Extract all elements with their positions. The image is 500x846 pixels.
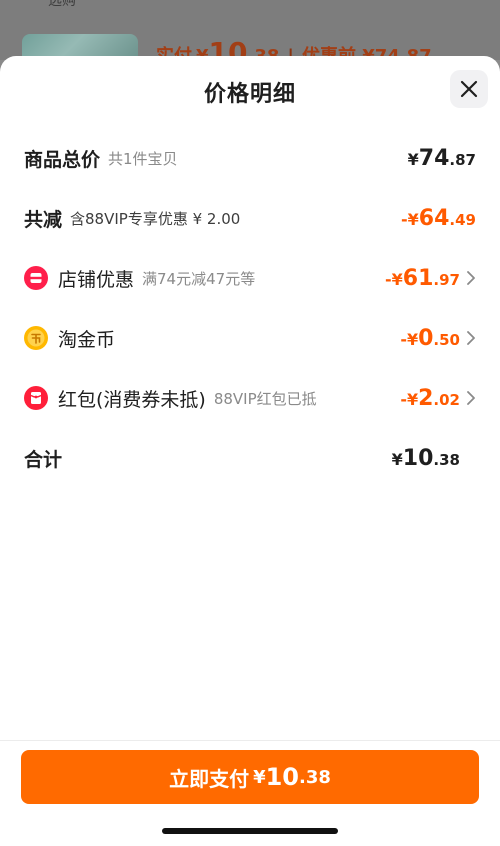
red-packet-int: 2 [418, 385, 434, 411]
store-discount-label: 店铺优惠 [58, 268, 135, 291]
taojinbi-yen: -¥ [400, 329, 419, 349]
taojinbi-int: 0 [418, 325, 434, 351]
taojinbi-amount: -¥ 0.50 [400, 326, 460, 351]
store-discount-int: 61 [402, 265, 434, 291]
row-red-packet[interactable]: 红包(消费券未抵) 88VIP红包已抵 -¥ 2.02 [24, 378, 476, 418]
background-top-text: 选购 [48, 0, 76, 9]
row-total-reduction: 共减 含88VIP专享优惠 ¥ 2.00 -¥ 64.49 [24, 198, 476, 238]
reduction-dec: .49 [449, 210, 476, 229]
taojinbi-label: 淘金币 [58, 328, 116, 351]
red-packet-yen: -¥ [400, 389, 419, 409]
row-sum: 合计 ¥10.38 [24, 438, 476, 478]
pay-now-label: 立即支付 [169, 766, 250, 791]
home-indicator[interactable] [162, 828, 338, 834]
reduction-detail: 含88VIP专享优惠 ¥ 2.00 [70, 209, 241, 228]
red-packet-label: 红包(消费券未抵) [58, 388, 206, 411]
pay-now-yen: ¥ [253, 766, 266, 788]
close-button[interactable] [450, 70, 488, 108]
goods-total-int: 74 [418, 145, 450, 171]
pay-now-dec: .38 [299, 766, 331, 788]
red-packet-detail: 88VIP红包已抵 [213, 389, 317, 408]
store-discount-detail: 满74元减47元等 [142, 269, 256, 288]
goods-total-dec: .87 [449, 150, 476, 169]
store-discount-dec: .97 [433, 270, 460, 289]
red-packet-icon [24, 386, 48, 410]
chevron-right-icon [467, 331, 475, 345]
sheet-title: 价格明细 [203, 82, 296, 107]
row-taojinbi[interactable]: 淘金币 -¥ 0.50 [24, 318, 476, 358]
chevron-right-icon [467, 271, 475, 285]
pay-now-button[interactable]: 立即支付 ¥10.38 [21, 750, 479, 804]
sum-dec: .38 [433, 450, 460, 469]
chevron-right-icon [467, 391, 475, 405]
goods-total-label: 商品总价 [24, 148, 101, 171]
reduction-amount: -¥ 64.49 [401, 206, 476, 231]
red-packet-dec: .02 [433, 390, 460, 409]
taojinbi-dec: .50 [433, 330, 460, 349]
goods-total-amount: ¥74.87 [408, 146, 476, 171]
reduction-yen: -¥ [401, 209, 419, 229]
reduction-int: 64 [418, 205, 450, 231]
store-coupon-icon [24, 266, 48, 290]
goods-total-count: 共1件宝贝 [108, 149, 178, 168]
goods-total-yen: ¥ [407, 149, 419, 169]
sum-amount: ¥10.38 [392, 446, 460, 471]
store-discount-amount: -¥ 61.97 [385, 266, 460, 291]
pay-now-int: 10 [265, 763, 300, 791]
sum-label: 合计 [24, 448, 63, 471]
sum-yen: ¥ [391, 449, 403, 469]
row-goods-total: 商品总价 共1件宝贝 ¥74.87 [24, 138, 476, 178]
sum-int: 10 [402, 445, 434, 471]
red-packet-amount: -¥ 2.02 [400, 386, 460, 411]
reduction-label: 共减 [24, 208, 63, 231]
close-icon [460, 80, 478, 98]
bottom-divider [0, 740, 500, 741]
store-discount-yen: -¥ [385, 269, 403, 289]
price-detail-sheet: 价格明细 商品总价 共1件宝贝 ¥74.87 共减 含88VIP专享优惠 ¥ 2… [0, 56, 500, 846]
coin-icon [24, 326, 48, 350]
background-page: 选购 实付 ¥10.38 | 优惠前 ¥74.87 [0, 0, 500, 60]
row-store-discount[interactable]: 店铺优惠 满74元减47元等 -¥ 61.97 [24, 258, 476, 298]
